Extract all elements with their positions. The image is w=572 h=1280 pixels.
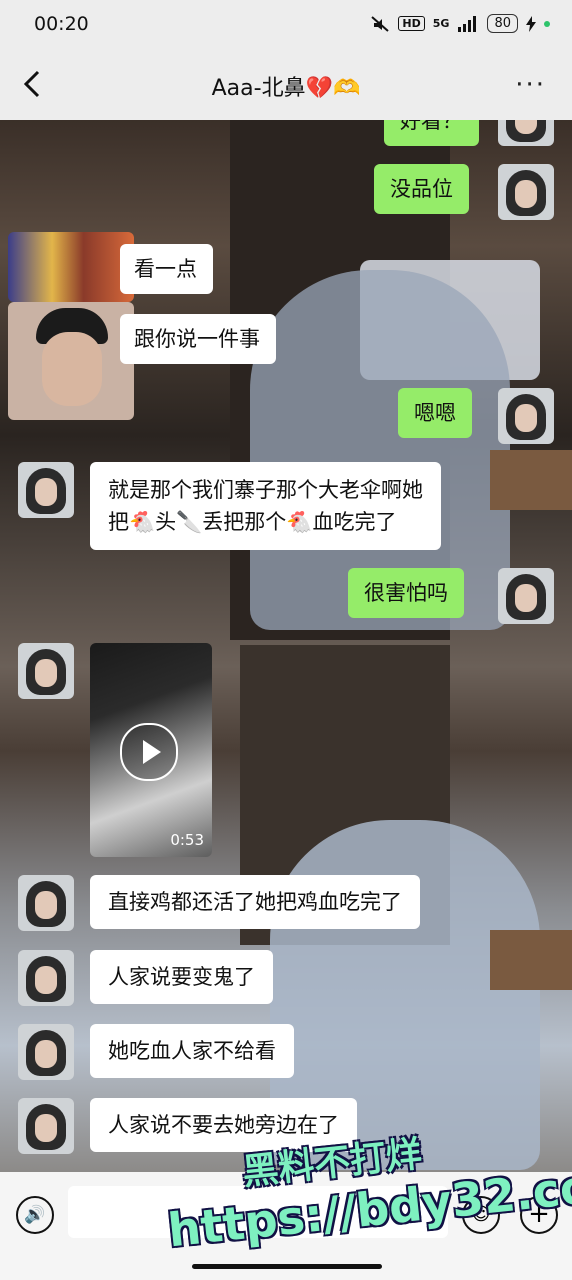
chat-title: Aaa-北鼻💔🫶 (211, 76, 361, 101)
voice-icon[interactable]: 🔊 (16, 1196, 54, 1234)
network-label: 5G (432, 17, 450, 30)
message-bubble[interactable]: 直接鸡都还活了她把鸡血吃完了 (90, 875, 420, 929)
my-avatar[interactable] (498, 568, 554, 624)
message-bubble[interactable]: 很害怕吗 (348, 568, 464, 618)
status-time: 00:20 (34, 13, 89, 35)
message-bubble[interactable]: 跟你说一件事 (120, 314, 276, 364)
play-icon[interactable] (120, 723, 178, 781)
contact-avatar[interactable] (18, 643, 74, 699)
sender-photo-cartoon[interactable] (8, 232, 134, 302)
message-bubble[interactable]: 就是那个我们寨子那个大老伞啊她 把🐔头🔪丢把那个🐔血吃完了 (90, 462, 441, 550)
video-message[interactable]: 0:53 (90, 643, 212, 857)
charging-icon (526, 15, 536, 32)
contact-avatar[interactable] (18, 462, 74, 518)
sender-photo-selfie[interactable] (8, 302, 134, 420)
signal-icon (458, 15, 477, 32)
background-wood-lower (490, 930, 572, 990)
chat-area[interactable]: 好看？ 没品位 看一点 跟你说一件事 嗯嗯 就是那个我们寨子那个大老伞啊她 把🐔… (0, 120, 572, 1172)
contact-avatar[interactable] (18, 875, 74, 931)
message-bubble[interactable]: 她吃血人家不给看 (90, 1024, 294, 1078)
my-avatar[interactable] (498, 120, 554, 146)
status-icons: HD 5G 80 (370, 14, 550, 33)
contact-avatar[interactable] (18, 1024, 74, 1080)
more-options-icon[interactable]: ··· (515, 70, 546, 100)
message-bubble[interactable]: 好看？ (384, 120, 479, 146)
message-line: 把🐔头🔪丢把那个🐔血吃完了 (108, 510, 397, 534)
background-wood (490, 450, 572, 510)
home-indicator[interactable] (192, 1264, 382, 1269)
mute-icon (371, 15, 390, 32)
message-bubble[interactable]: 人家说要变鬼了 (90, 950, 273, 1004)
message-line: 就是那个我们寨子那个大老伞啊她 (108, 478, 423, 502)
battery-indicator: 80 (487, 14, 518, 33)
hd-badge: HD (398, 16, 425, 31)
contact-avatar[interactable] (18, 1098, 74, 1154)
status-bar: 00:20 HD 5G 80 (0, 0, 572, 50)
video-duration: 0:53 (170, 831, 204, 849)
privacy-dot (544, 20, 550, 27)
my-avatar[interactable] (498, 388, 554, 444)
my-avatar[interactable] (498, 164, 554, 220)
chat-header: Aaa-北鼻💔🫶 ··· (0, 50, 572, 120)
message-bubble[interactable]: 看一点 (120, 244, 213, 294)
message-bubble[interactable]: 嗯嗯 (398, 388, 472, 438)
message-bubble[interactable]: 没品位 (374, 164, 469, 214)
contact-avatar[interactable] (18, 950, 74, 1006)
